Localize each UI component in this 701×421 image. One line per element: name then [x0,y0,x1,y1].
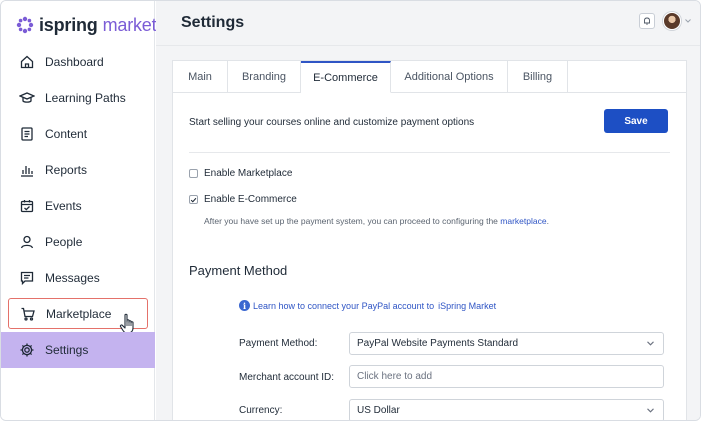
sidebar-item-marketplace[interactable]: Marketplace [8,298,148,334]
sidebar-item-content[interactable]: Content [1,116,155,152]
currency-label: Currency: [239,405,283,416]
paypal-help-brand[interactable]: iSpring Market [438,301,496,311]
enable-marketplace-checkbox[interactable] [189,169,198,178]
sidebar-item-reports[interactable]: Reports [1,152,155,188]
logo[interactable]: ispring market [15,14,157,36]
payment-method-select[interactable]: PayPal Website Payments Standard [349,332,664,355]
help-text-end: . [546,216,549,226]
sidebar-item-people[interactable]: People [1,224,155,260]
sidebar-item-label: Messages [45,271,100,285]
sidebar-item-settings[interactable]: Settings [1,332,155,368]
message-icon [19,270,35,286]
enable-ecommerce-option[interactable]: Enable E-Commerce [189,194,297,205]
sidebar-item-label: Dashboard [45,55,104,69]
ispring-logo-icon [16,16,34,34]
sidebar-item-label: Reports [45,163,88,177]
cart-icon [20,306,36,322]
sidebar-item-learning-paths[interactable]: Learning Paths [1,80,155,116]
tab-billing[interactable]: Billing [508,61,568,92]
logo-text: ispring [39,14,98,35]
section-title: Payment Method [189,263,288,278]
save-button[interactable]: Save [604,109,668,133]
header: Settings [156,1,700,46]
sidebar-item-label: Learning Paths [45,91,126,105]
checkmark-icon [190,197,197,203]
divider [189,152,670,153]
enable-marketplace-option[interactable]: Enable Marketplace [189,168,292,179]
chevron-down-icon [647,341,654,346]
sidebar-item-messages[interactable]: Messages [1,260,155,296]
chevron-down-icon[interactable] [684,18,692,24]
page-title: Settings [181,14,245,31]
person-icon [19,234,35,250]
intro-text: Start selling your courses online and cu… [189,117,475,128]
calendar-check-icon [19,198,35,214]
merchant-id-placeholder: Click here to add [357,371,433,382]
sidebar-nav: Dashboard Learning Paths Content Reports [1,44,155,368]
currency-value: US Dollar [357,405,400,416]
notifications-button[interactable] [639,13,655,29]
gear-icon [19,342,35,358]
logo-text-accent: market [102,14,157,35]
sidebar-item-label: Events [45,199,82,213]
app-window: ispring market Dashboard Learning Paths [0,0,701,421]
sidebar-item-dashboard[interactable]: Dashboard [1,44,155,80]
sidebar-item-label: People [45,235,83,249]
sidebar-item-label: Content [45,127,88,141]
bar-chart-icon [19,162,35,178]
chevron-down-icon [647,408,654,413]
paypal-help-link[interactable]: i Learn how to connect your PayPal accou… [239,300,496,311]
enable-ecommerce-label: Enable E-Commerce [204,194,297,205]
help-text-body: After you have set up the payment system… [204,216,501,226]
merchant-id-field[interactable]: Click here to add [349,365,664,388]
document-icon [19,126,35,142]
sidebar-item-label: Settings [45,343,89,357]
tab-additional-options[interactable]: Additional Options [391,61,508,92]
marketplace-link[interactable]: marketplace [500,216,546,226]
sidebar: ispring market Dashboard Learning Paths [1,1,157,420]
home-icon [19,54,35,70]
enable-ecommerce-checkbox[interactable] [189,195,198,204]
tab-main[interactable]: Main [173,61,228,92]
bell-icon [644,17,650,25]
enable-marketplace-label: Enable Marketplace [204,168,293,179]
currency-select[interactable]: US Dollar [349,399,664,420]
payment-method-value: PayPal Website Payments Standard [357,338,519,349]
sidebar-item-label: Marketplace [46,306,112,321]
payment-method-label: Payment Method: [239,338,318,349]
avatar[interactable] [663,12,681,30]
tab-bar: Main Branding E-Commerce Additional Opti… [173,61,686,93]
tab-e-commerce[interactable]: E-Commerce [301,61,391,93]
sidebar-item-events[interactable]: Events [1,188,155,224]
tab-branding[interactable]: Branding [228,61,301,92]
merchant-id-label: Merchant account ID: [239,372,335,383]
help-text: After you have set up the payment system… [204,216,549,226]
settings-panel: Main Branding E-Commerce Additional Opti… [172,60,687,420]
graduation-cap-icon [19,90,35,106]
info-icon: i [239,300,250,311]
paypal-help-text[interactable]: Learn how to connect your PayPal account… [253,301,434,311]
